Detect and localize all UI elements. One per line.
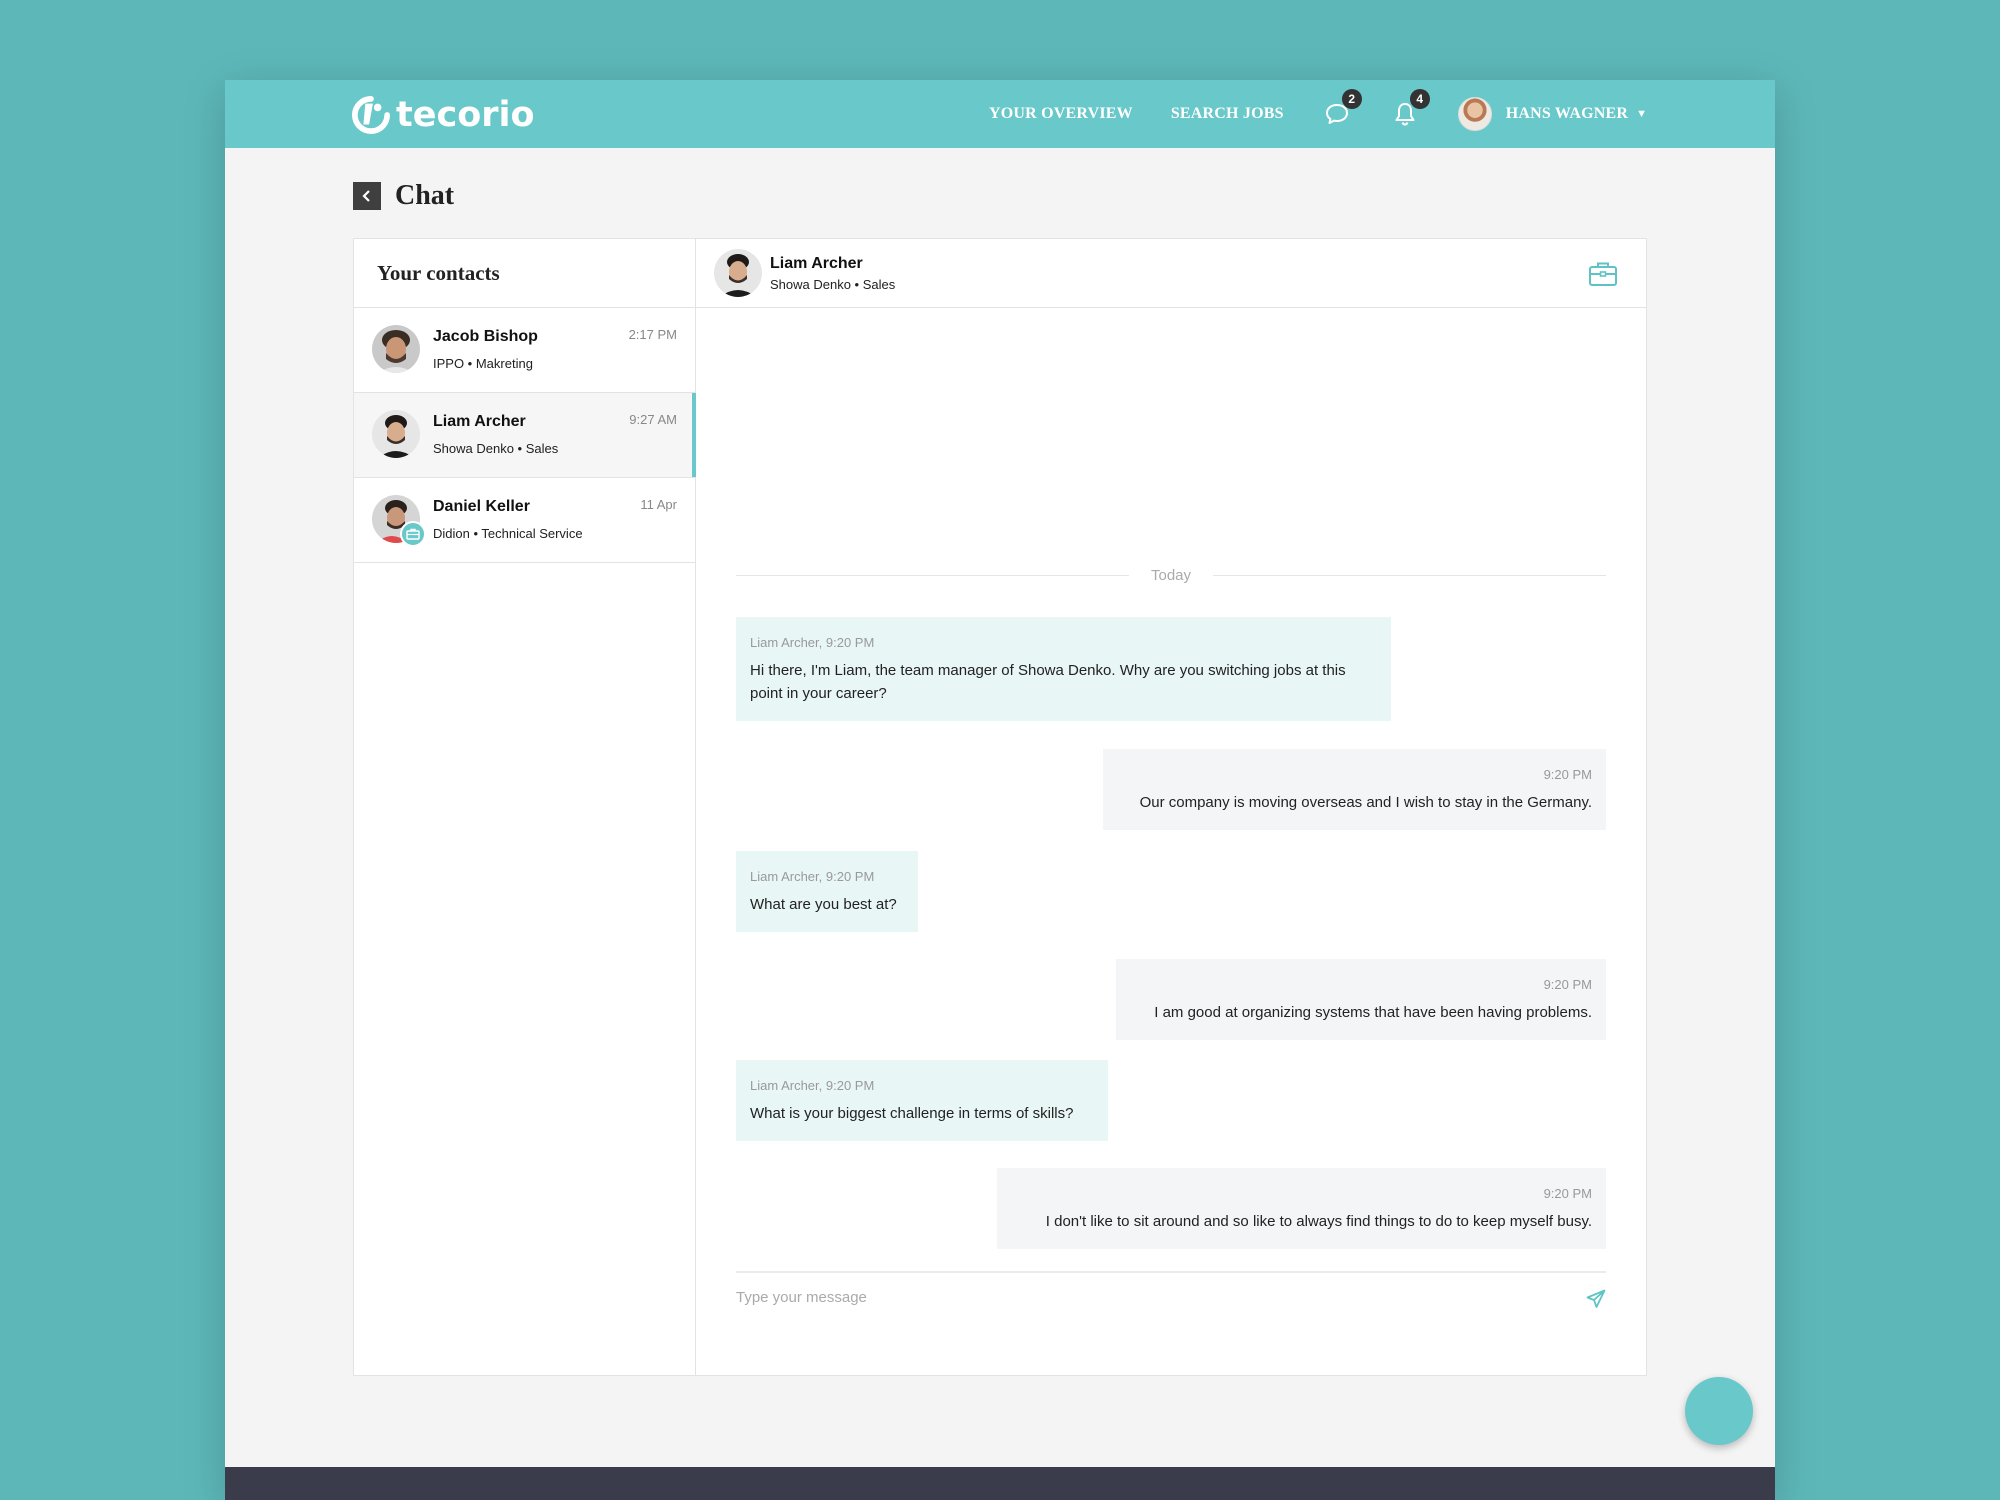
message-text: What is your biggest challenge in terms …: [750, 1105, 1074, 1122]
nav-search-jobs[interactable]: SEARCH JOBS: [1171, 105, 1284, 123]
page-header: Chat: [353, 180, 454, 212]
footer-bar: [225, 1467, 1775, 1500]
avatar-photo: [714, 249, 762, 297]
messages-button[interactable]: 2: [1322, 89, 1362, 129]
date-divider-label: Today: [1128, 567, 1214, 584]
briefcase-badge-icon: [400, 521, 426, 547]
contact-name: Jacob Bishop: [433, 328, 538, 345]
user-name: HANS WAGNER: [1505, 105, 1629, 122]
message-meta: 9:20 PM: [1543, 977, 1592, 992]
conversation-header: Liam Archer Showa Denko • Sales: [696, 239, 1646, 308]
page-title: Chat: [395, 180, 455, 211]
contacts-heading: Your contacts: [354, 239, 695, 308]
brand-name: tecorio: [396, 95, 535, 135]
avatar-photo: [372, 410, 420, 458]
app-window: tecorio YOUR OVERVIEW SEARCH JOBS 2 4 HA: [225, 80, 1775, 1500]
notifications-count-badge: 4: [1409, 89, 1430, 109]
contact-name: Liam Archer: [433, 413, 526, 430]
chevron-left-icon: [362, 190, 370, 202]
user-menu[interactable]: HANS WAGNER ▼: [1457, 97, 1647, 131]
contact-company: Didion • Technical Service: [433, 526, 583, 541]
nav-your-overview[interactable]: YOUR OVERVIEW: [989, 105, 1133, 123]
message-meta: Liam Archer, 9:20 PM: [750, 1078, 875, 1093]
conversation-contact-name: Liam Archer: [770, 255, 863, 272]
avatar-photo: [372, 325, 420, 373]
tecorio-logo-icon: [352, 96, 390, 134]
message-outgoing: 9:20 PM I don't like to sit around and s…: [997, 1168, 1606, 1249]
top-navigation-bar: tecorio YOUR OVERVIEW SEARCH JOBS 2 4 HA: [225, 80, 1775, 148]
avatar: [372, 495, 426, 547]
contact-item-jacob-bishop[interactable]: Jacob Bishop IPPO • Makreting 2:17 PM: [354, 308, 695, 393]
contact-name: Daniel Keller: [433, 498, 530, 515]
user-avatar: [1457, 97, 1492, 131]
message-text: What are you best at?: [750, 896, 897, 913]
message-text: Our company is moving overseas and I wis…: [1139, 794, 1592, 811]
messages-count-badge: 2: [1341, 89, 1362, 109]
conversation-panel: Liam Archer Showa Denko • Sales Today Li…: [696, 239, 1646, 1375]
message-outgoing: 9:20 PM Our company is moving overseas a…: [1103, 749, 1606, 830]
contact-company: IPPO • Makreting: [433, 356, 533, 371]
message-text: Hi there, I'm Liam, the team manager of …: [750, 662, 1346, 702]
contact-item-daniel-keller[interactable]: Daniel Keller Didion • Technical Service…: [354, 478, 695, 563]
avatar: [372, 410, 420, 458]
avatar: [372, 325, 420, 373]
message-meta: 9:20 PM: [1543, 1186, 1592, 1201]
contacts-panel: Your contacts Jacob Bishop IPPO • Makret…: [354, 239, 696, 1375]
main-nav: YOUR OVERVIEW SEARCH JOBS 2 4 HANS WAGNE…: [951, 80, 1647, 148]
chat-card: Your contacts Jacob Bishop IPPO • Makret…: [353, 238, 1647, 1376]
message-outgoing: 9:20 PM I am good at organizing systems …: [1116, 959, 1606, 1040]
message-incoming: Liam Archer, 9:20 PM What are you best a…: [736, 851, 918, 932]
contact-time: 11 Apr: [640, 497, 677, 512]
contact-time: 9:27 AM: [629, 412, 677, 427]
contact-company: Showa Denko • Sales: [433, 441, 559, 456]
message-incoming: Liam Archer, 9:20 PM Hi there, I'm Liam,…: [736, 617, 1391, 721]
send-icon[interactable]: [1586, 1289, 1606, 1309]
message-composer: [736, 1271, 1606, 1331]
message-meta: Liam Archer, 9:20 PM: [750, 635, 875, 650]
message-text: I don't like to sit around and so like t…: [1045, 1213, 1592, 1230]
brand-logo[interactable]: tecorio: [352, 93, 535, 137]
message-meta: 9:20 PM: [1543, 767, 1592, 782]
message-text: I am good at organizing systems that hav…: [1154, 1004, 1592, 1021]
floating-action-button[interactable]: [1685, 1377, 1753, 1445]
contact-item-liam-archer[interactable]: Liam Archer Showa Denko • Sales 9:27 AM: [354, 393, 696, 478]
message-input[interactable]: [736, 1289, 1556, 1306]
message-meta: Liam Archer, 9:20 PM: [750, 869, 875, 884]
avatar: [714, 249, 762, 297]
briefcase-icon[interactable]: [1588, 261, 1618, 287]
conversation-contact-company: Showa Denko • Sales: [770, 277, 896, 292]
back-button[interactable]: [353, 182, 381, 210]
notifications-button[interactable]: 4: [1390, 89, 1430, 129]
message-incoming: Liam Archer, 9:20 PM What is your bigges…: [736, 1060, 1108, 1141]
chevron-down-icon: ▼: [1636, 108, 1647, 120]
contact-time: 2:17 PM: [628, 327, 677, 342]
